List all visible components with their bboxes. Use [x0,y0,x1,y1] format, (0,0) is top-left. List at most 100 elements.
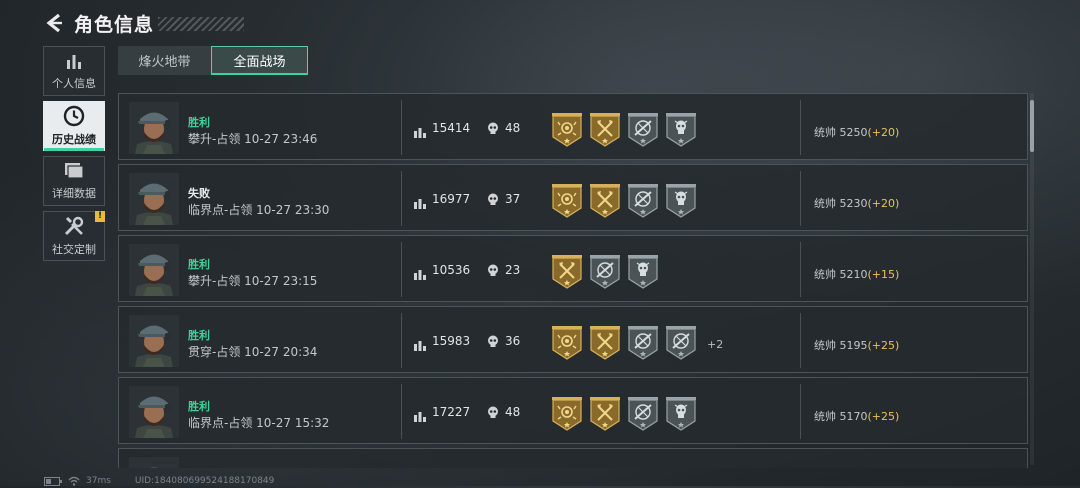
medal-list [551,397,703,431]
medal-list [551,255,665,289]
tab-hazard-zone[interactable]: 烽火地带 [118,46,211,75]
medal-silver-crossed-icon[interactable] [627,184,659,218]
avatar [129,244,179,296]
match-row[interactable]: 胜利 贯穿-占领 10-27 20:34 15983 36 +2 统帅 5195(+25) [118,306,1028,373]
match-result: 胜利 [188,400,210,413]
score-bar-icon [414,407,426,426]
medal-silver-crossed-icon[interactable] [627,397,659,431]
rating-delta: (+25) [867,339,900,352]
side-nav: 个人信息 历史战绩 详细数据 社交定制 ! [43,46,105,266]
rating-label: 统帅 [814,126,836,139]
match-result: 失败 [188,187,210,200]
rating-delta: (+20) [867,197,900,210]
match-row[interactable]: 胜利 攀升-占领 10-27 23:15 10536 23 统帅 5210(+15) [118,235,1028,302]
medal-list: +2 [551,326,723,360]
wifi-icon [68,476,80,486]
match-row[interactable]: 胜利 攀升-占领 10-27 23:46 15414 48 统帅 5250(+20) [118,93,1028,160]
medal-gold-rose-icon[interactable] [551,113,583,147]
match-score: 16977 [432,192,471,206]
rating-text: 统帅 5195(+25) [814,337,899,353]
match-kills: 23 [505,263,521,277]
sidebar-item-profile[interactable]: 个人信息 [43,46,105,96]
rating-delta: (+20) [867,126,900,139]
divider [800,100,801,155]
rating-text: 统帅 5170(+25) [814,408,899,424]
divider [401,384,402,439]
avatar [129,386,179,438]
rating-delta: (+15) [867,268,900,281]
avatar [129,457,179,468]
scrollbar[interactable] [1030,100,1034,152]
match-row[interactable]: 失败 临界点-占领 10-27 23:30 16977 37 统帅 5230(+20) [118,164,1028,231]
tools-icon [64,216,84,236]
skull-icon [487,405,499,424]
bar-chart-icon [67,55,81,69]
medal-silver-crossed-icon[interactable] [627,113,659,147]
medal-silver-crossed-icon[interactable] [627,326,659,360]
match-mode-time: 临界点-占领 10-27 15:32 [188,416,330,430]
tab-full-battlefield[interactable]: 全面战场 [211,46,308,75]
sidebar-item-label: 社交定制 [52,243,96,256]
match-kills: 48 [505,405,521,419]
score-bar-icon [414,194,426,213]
sidebar-item-label: 详细数据 [52,187,96,200]
score-bar-icon [414,265,426,284]
medal-gold-axes-icon[interactable] [589,184,621,218]
medal-gold-axes-icon[interactable] [551,255,583,289]
match-score: 10536 [432,263,471,277]
header: 角色信息 [44,9,245,37]
divider [800,313,801,368]
score-bar-icon [414,336,426,355]
skull-icon [487,192,499,211]
match-score: 15414 [432,121,471,135]
skull-icon [487,263,499,282]
ping-value: 37ms [86,476,111,486]
medal-gold-axes-icon[interactable] [589,326,621,360]
medal-silver-crossed-icon[interactable] [665,326,697,360]
divider [401,242,402,297]
page-title: 角色信息 [74,13,155,36]
sidebar-item-label: 历史战绩 [52,133,96,146]
rating-label: 统帅 [814,339,836,352]
rating-label: 统帅 [814,410,836,423]
match-mode-time: 临界点-占领 10-27 23:30 [188,203,330,217]
battery-icon [44,476,62,486]
sidebar-item-social[interactable]: 社交定制 ! [43,211,105,261]
medal-gold-axes-icon[interactable] [589,397,621,431]
medal-silver-skull-icon[interactable] [665,184,697,218]
medal-gold-axes-icon[interactable] [589,113,621,147]
rating-value: 5250 [839,126,868,139]
rating-value: 5195 [839,339,868,352]
match-score: 17227 [432,405,471,419]
back-arrow-icon [46,13,62,33]
skull-icon [487,334,499,353]
medal-gold-rose-icon[interactable] [551,184,583,218]
avatar [129,102,179,154]
mode-tabs: 烽火地带 全面战场 [118,46,308,75]
divider [401,171,402,226]
rating-value: 5170 [839,410,868,423]
medal-silver-skull-icon[interactable] [665,397,697,431]
medal-silver-crossed-icon[interactable] [589,255,621,289]
divider [401,100,402,155]
divider [800,384,801,439]
medal-silver-skull-icon[interactable] [665,113,697,147]
more-medals-count[interactable]: +2 [707,338,723,360]
back-button[interactable] [44,11,64,35]
rating-text: 统帅 5250(+20) [814,124,899,140]
match-kills: 36 [505,334,521,348]
avatar [129,315,179,367]
medal-gold-rose-icon[interactable] [551,326,583,360]
avatar [129,173,179,225]
match-row-partial[interactable] [118,448,1028,468]
medal-silver-skull-icon[interactable] [627,255,659,289]
medal-list [551,184,703,218]
skull-icon [487,121,499,140]
medal-gold-rose-icon[interactable] [551,397,583,431]
sidebar-item-history[interactable]: 历史战绩 [43,101,105,151]
medal-list [551,113,703,147]
sidebar-item-details[interactable]: 详细数据 [43,156,105,206]
title-decoration [158,17,245,31]
rating-delta: (+25) [867,410,900,423]
match-row[interactable]: 胜利临界点-占领 10-27 15:32 17227 48 统帅 5170(+25) [118,377,1028,444]
